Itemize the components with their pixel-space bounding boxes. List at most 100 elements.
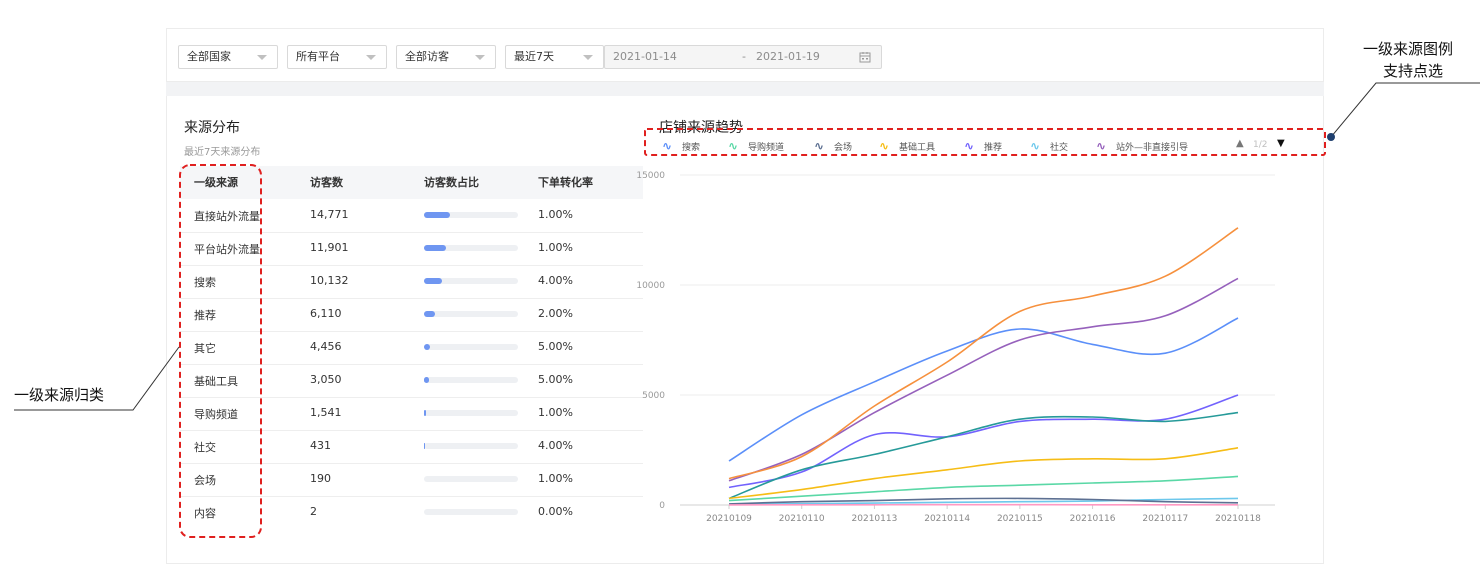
col-header-source: 一级来源 xyxy=(194,176,238,189)
cell-source: 内容 xyxy=(194,507,216,520)
cell-visitors: 11,901 xyxy=(310,241,349,254)
cell-source: 社交 xyxy=(194,441,216,454)
country-select-value: 全部国家 xyxy=(187,50,231,63)
legend-label: 基础工具 xyxy=(899,143,936,153)
share-bar-fill xyxy=(424,245,446,251)
legend-callout-dot xyxy=(1327,133,1335,141)
share-bar-fill xyxy=(424,311,435,317)
date-start: 2021-01-14 xyxy=(613,50,677,63)
share-bar-track xyxy=(424,212,518,218)
legend-callout-line xyxy=(1330,82,1480,138)
period-select-value: 最近7天 xyxy=(514,50,554,63)
share-bar-fill xyxy=(424,443,425,449)
share-bar-track xyxy=(424,377,518,383)
col-header-share: 访客数占比 xyxy=(424,176,479,189)
cell-conversion: 5.00% xyxy=(538,340,573,353)
cell-visitors: 14,771 xyxy=(310,208,349,221)
share-bar-track xyxy=(424,344,518,350)
cell-visitors: 2 xyxy=(310,505,317,518)
table-row xyxy=(180,298,643,331)
cell-source: 平台站外流量 xyxy=(194,243,260,256)
date-separator: - xyxy=(742,50,746,63)
cell-visitors: 431 xyxy=(310,439,331,452)
source-dist-subtitle: 最近7天来源分布 xyxy=(184,147,261,158)
col-header-conversion: 下单转化率 xyxy=(538,176,593,189)
legend-label: 会场 xyxy=(834,143,853,153)
trend-title: 店铺来源趋势 xyxy=(659,120,743,136)
legend-item[interactable]: ∿ 社交 xyxy=(1030,139,1068,153)
cell-visitors: 4,456 xyxy=(310,340,342,353)
cell-source: 搜索 xyxy=(194,276,216,289)
cell-visitors: 1,541 xyxy=(310,406,342,419)
share-bar-track xyxy=(424,311,518,317)
period-select[interactable]: 最近7天 xyxy=(505,45,604,69)
legend-item[interactable]: ∿ 基础工具 xyxy=(879,139,935,153)
cell-source: 直接站外流量 xyxy=(194,210,260,223)
legend-note-line2: 支持点选 xyxy=(1383,62,1444,80)
cell-visitors: 190 xyxy=(310,472,331,485)
share-bar-fill xyxy=(424,278,442,284)
panel-gap xyxy=(166,82,1324,96)
share-bar-track xyxy=(424,476,518,482)
category-note: 一级来源归类 xyxy=(14,386,105,404)
source-dist-title: 来源分布 xyxy=(184,120,240,136)
share-bar-fill xyxy=(424,212,450,218)
cell-visitors: 6,110 xyxy=(310,307,342,320)
table-row xyxy=(180,430,643,463)
legend-label: 推荐 xyxy=(984,143,1003,153)
wave-icon: ∿ xyxy=(1030,139,1041,153)
cell-source: 推荐 xyxy=(194,309,216,322)
visitor-select-value: 全部访客 xyxy=(405,50,449,63)
legend-item[interactable]: ∿ 会场 xyxy=(814,139,852,153)
country-select[interactable]: 全部国家 xyxy=(178,45,278,69)
visitor-select[interactable]: 全部访客 xyxy=(396,45,496,69)
cell-conversion: 1.00% xyxy=(538,472,573,485)
cell-source: 导购频道 xyxy=(194,408,238,421)
cell-conversion: 4.00% xyxy=(538,274,573,287)
legend-page-indicator: 1/2 xyxy=(1253,140,1268,150)
chevron-down-icon xyxy=(257,55,267,60)
legend-item[interactable]: ∿ 推荐 xyxy=(964,139,1002,153)
date-end: 2021-01-19 xyxy=(756,50,820,63)
legend-label: 导购频道 xyxy=(748,143,785,153)
wave-icon: ∿ xyxy=(964,139,975,153)
table-row xyxy=(180,496,643,529)
legend-label: 搜索 xyxy=(682,143,701,153)
share-bar-track xyxy=(424,278,518,284)
cell-conversion: 5.00% xyxy=(538,373,573,386)
cell-conversion: 2.00% xyxy=(538,307,573,320)
cell-source: 基础工具 xyxy=(194,375,238,388)
cell-visitors: 3,050 xyxy=(310,373,342,386)
share-bar-track xyxy=(424,410,518,416)
table-row xyxy=(180,463,643,496)
legend-item[interactable]: ∿ 搜索 xyxy=(662,139,700,153)
cell-conversion: 4.00% xyxy=(538,439,573,452)
table-row xyxy=(180,331,643,364)
wave-icon: ∿ xyxy=(662,139,673,153)
cell-conversion: 1.00% xyxy=(538,208,573,221)
table-row xyxy=(180,364,643,397)
calendar-icon[interactable] xyxy=(859,51,871,63)
wave-icon: ∿ xyxy=(879,139,890,153)
cell-conversion: 1.00% xyxy=(538,406,573,419)
wave-icon: ∿ xyxy=(728,139,739,153)
legend-note-line1: 一级来源图例 xyxy=(1363,40,1454,58)
cell-conversion: 0.00% xyxy=(538,505,573,518)
share-bar-fill xyxy=(424,410,426,416)
share-bar-track xyxy=(424,245,518,251)
share-bar-fill xyxy=(424,344,430,350)
date-range-picker[interactable]: 2021-01-14 - 2021-01-19 xyxy=(604,45,882,69)
cell-visitors: 10,132 xyxy=(310,274,349,287)
table-row xyxy=(180,397,643,430)
legend-page-next-icon[interactable]: ▼ xyxy=(1277,138,1285,149)
share-bar-track xyxy=(424,443,518,449)
platform-select[interactable]: 所有平台 xyxy=(287,45,387,69)
legend-page-prev-icon[interactable]: ▲ xyxy=(1236,138,1244,149)
legend-item[interactable]: ∿ 导购频道 xyxy=(728,139,784,153)
platform-select-value: 所有平台 xyxy=(296,50,340,63)
share-bar-track xyxy=(424,509,518,515)
legend-label: 社交 xyxy=(1050,143,1069,153)
col-header-visitors: 访客数 xyxy=(310,176,343,189)
chevron-down-icon xyxy=(366,55,376,60)
legend-item[interactable]: ∿ 站外—非直接引导 xyxy=(1096,139,1188,153)
